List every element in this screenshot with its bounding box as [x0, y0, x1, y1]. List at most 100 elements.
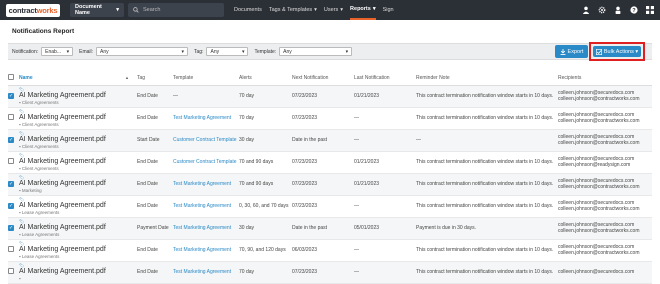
folder-name: Client Agreements	[21, 166, 59, 171]
template-cell[interactable]: Test Marketing Agreement	[173, 217, 239, 240]
table-row[interactable]: 🏷 AI Marketing Agreement.pdf ▪ Client Agre…	[8, 151, 652, 174]
document-name-link[interactable]: AI Marketing Agreement.pdf	[19, 268, 137, 276]
recipients-cell: colleen.johnson@securedocs.com colleen.jo…	[558, 129, 652, 152]
row-checkbox[interactable]: ✓	[8, 93, 14, 99]
help-icon[interactable]: ?	[630, 6, 638, 14]
next-notification-cell: 07/23/2023	[292, 195, 354, 218]
document-name-link[interactable]: AI Marketing Agreement.pdf	[19, 224, 137, 232]
column-header-template[interactable]: Template	[173, 72, 239, 86]
name-cell: 🏷 AI Marketing Agreement.pdf ▪	[19, 261, 137, 284]
table-row[interactable]: ✓ 🏷 AI Marketing Agreement.pdf ▪ Lease Agre…	[8, 195, 652, 218]
table-row[interactable]: ✓ 🏷 AI Marketing Agreement.pdf ▪ Client Agr…	[8, 129, 652, 152]
user-icon[interactable]	[582, 6, 590, 14]
bulk-actions-button[interactable]: Bulk Actions ▾	[593, 46, 641, 57]
template-filter-select[interactable]: Any ▾	[279, 47, 353, 56]
template-cell: —	[173, 85, 239, 108]
search-input[interactable]: Search	[128, 3, 224, 17]
tag-cell: End Date	[137, 85, 173, 108]
tag-cell: End Date	[137, 239, 173, 262]
column-header-alerts[interactable]: Alerts	[239, 72, 292, 86]
tag-filter-select[interactable]: Any ▾	[206, 47, 249, 56]
alerts-cell: 30 day	[239, 129, 292, 152]
name-cell: 🏷 AI Marketing Agreement.pdf ▪ Lease Agree…	[19, 217, 137, 240]
nav-item-label: Tags & Templates	[268, 7, 313, 13]
notification-filter-select[interactable]: Enab... ▾	[41, 47, 74, 56]
email-filter-select[interactable]: Any ▾	[96, 47, 189, 56]
template-cell[interactable]: Test Marketing Agreement	[173, 107, 239, 130]
alerts-cell: 70 day	[239, 85, 292, 108]
alerts-cell: 70 day	[239, 261, 292, 284]
nav-item-reports[interactable]: Reports ▾	[350, 0, 376, 20]
row-select-cell: ✓	[8, 195, 19, 218]
table-row[interactable]: 🏷 AI Marketing Agreement.pdf ▪ Client Agre…	[8, 107, 652, 130]
account-icon[interactable]	[614, 6, 622, 14]
chevron-down-icon: ▾	[314, 7, 317, 13]
row-checkbox[interactable]	[8, 268, 14, 274]
export-button[interactable]: Export	[555, 45, 588, 58]
chevron-down-icon: ▾	[345, 48, 349, 55]
name-cell: 🏷 AI Marketing Agreement.pdf ▪ Lease Agree…	[19, 195, 137, 218]
table-row[interactable]: 🏷 AI Marketing Agreement.pdf ▪ End Date Tes…	[8, 261, 652, 284]
tag-filter-label: Tag:	[194, 48, 204, 55]
chevron-down-icon: ▾	[116, 7, 119, 13]
row-checkbox[interactable]: ✓	[8, 203, 14, 209]
nav-item-users[interactable]: Users ▾	[324, 0, 343, 20]
column-header-name[interactable]: Name ▲	[19, 72, 137, 86]
row-checkbox[interactable]	[8, 158, 14, 164]
row-select-cell: ✓	[8, 173, 19, 196]
folder-label: ▪ Client Agreements	[19, 144, 137, 149]
document-name-link[interactable]: AI Marketing Agreement.pdf	[19, 180, 137, 188]
folder-label: ▪ Lease Agreements	[19, 254, 137, 259]
gear-icon[interactable]	[598, 6, 606, 14]
recipient-email: colleen.johnson@contractworks.com	[558, 96, 640, 102]
document-name-link[interactable]: AI Marketing Agreement.pdf	[19, 246, 137, 254]
table-row[interactable]: ✓ 🏷 AI Marketing Agreement.pdf ▪ Marketing E…	[8, 173, 652, 196]
template-cell[interactable]: Test Marketing Agreement	[173, 239, 239, 262]
row-checkbox[interactable]: ✓	[8, 181, 14, 187]
template-cell[interactable]: Test Marketing Agreement	[173, 173, 239, 196]
reminder-note-cell: This contract termination notification w…	[416, 261, 558, 284]
alerts-cell: 0, 30, 60, and 70 days	[239, 195, 292, 218]
page-title: Notifications Report	[12, 28, 75, 35]
nav-item-documents[interactable]: Documents	[234, 0, 262, 20]
document-name-link[interactable]: AI Marketing Agreement.pdf	[19, 202, 137, 210]
document-name-link[interactable]: AI Marketing Agreement.pdf	[19, 92, 137, 100]
column-header-reminder-note[interactable]: Reminder Note	[416, 72, 558, 86]
select-all-checkbox[interactable]	[8, 74, 14, 81]
column-header-last-notification[interactable]: Last Notification	[354, 72, 416, 86]
tag-filter-value: Any	[210, 48, 220, 55]
template-cell[interactable]: Test Marketing Agreement	[173, 195, 239, 218]
document-name-link[interactable]: AI Marketing Agreement.pdf	[19, 114, 137, 122]
contractworks-logo[interactable]: contract works	[6, 3, 60, 17]
column-header-next-notification[interactable]: Next Notification	[292, 72, 354, 86]
row-select-cell	[8, 239, 19, 262]
nav-item-tags-templates[interactable]: Tags & Templates ▾	[269, 0, 317, 20]
row-checkbox[interactable]: ✓	[8, 225, 14, 231]
recipients-cell: colleen.johnson@securedocs.com colleen.jo…	[558, 239, 652, 262]
notification-filter-label: Notification:	[12, 48, 39, 55]
document-name-select[interactable]: Document Name ▾	[70, 3, 124, 17]
name-cell: 🏷 AI Marketing Agreement.pdf ▪ Lease Agree…	[19, 239, 137, 262]
row-checkbox[interactable]	[8, 246, 14, 252]
document-name-link[interactable]: AI Marketing Agreement.pdf	[19, 136, 137, 144]
row-checkbox[interactable]: ✓	[8, 137, 14, 143]
nav-item-sign[interactable]: Sign	[383, 0, 394, 20]
alerts-cell: 70 and 90 days	[239, 173, 292, 196]
column-header-recipients[interactable]: Recipients	[558, 72, 652, 86]
table-row[interactable]: ✓ 🏷 AI Marketing Agreement.pdf ▪ Lease Agre…	[8, 217, 652, 240]
doc-select-label: Document Name	[75, 4, 102, 16]
template-cell[interactable]: Customer Contract Template	[173, 151, 239, 174]
row-checkbox[interactable]	[8, 114, 14, 120]
table-row[interactable]: 🏷 AI Marketing Agreement.pdf ▪ Lease Agree…	[8, 239, 652, 262]
recipients-cell: colleen.johnson@securedocs.com colleen.jo…	[558, 107, 652, 130]
template-cell[interactable]: Test Marketing Agreement	[173, 261, 239, 284]
apps-grid-icon[interactable]	[646, 6, 654, 14]
document-name-link[interactable]: AI Marketing Agreement.pdf	[19, 158, 137, 166]
template-cell[interactable]: Customer Contract Template	[173, 129, 239, 152]
table-row[interactable]: ✓ 🏷 AI Marketing Agreement.pdf ▪ Client Agr…	[8, 85, 652, 108]
column-header-tag[interactable]: Tag	[137, 72, 173, 86]
folder-name: Client Agreements	[21, 100, 59, 105]
tag-cell: End Date	[137, 261, 173, 284]
column-header-name-label: Name	[19, 75, 33, 82]
row-select-cell	[8, 151, 19, 174]
